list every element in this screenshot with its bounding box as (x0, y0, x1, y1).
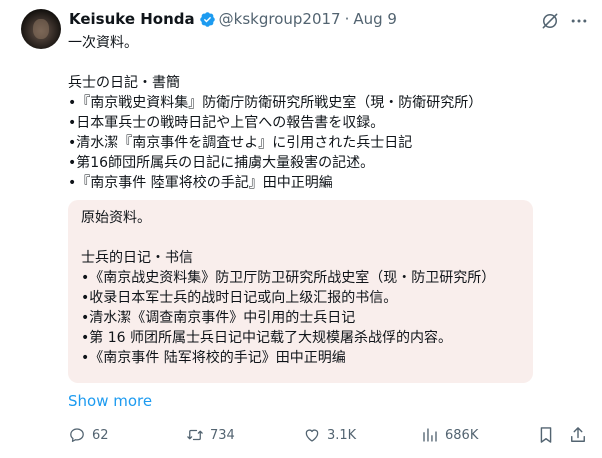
repost-icon (187, 429, 203, 441)
tweet-date[interactable]: Aug 9 (353, 10, 397, 28)
translation-text: 原始资料。 士兵的日记・书信 •《南京战史资料集》防卫厅防卫研究所战史室（现・防… (81, 210, 496, 366)
tweet-actions: 62 734 3.1K 686K (0, 424, 602, 448)
repost-count: 734 (210, 427, 235, 443)
author-name[interactable]: Keisuke Honda (69, 10, 195, 28)
tweet-header: Keisuke Honda @kskgroup2017 · Aug 9 (69, 8, 397, 30)
views-button[interactable]: 686K (421, 424, 478, 446)
views-icon (423, 428, 437, 442)
show-more-link[interactable]: Show more (68, 392, 152, 410)
avatar[interactable] (21, 9, 61, 49)
grok-icon[interactable] (540, 11, 560, 31)
like-count: 3.1K (327, 427, 357, 443)
views-count: 686K (445, 427, 479, 443)
tweet: Keisuke Honda @kskgroup2017 · Aug 9 一次資料… (0, 0, 602, 458)
bookmark-icon[interactable] (536, 425, 556, 445)
tweet-text: 一次資料。 兵士の日記・書簡 •『南京戦史資料集』防衛庁防衛研究所戦史室（現・防… (68, 35, 483, 191)
separator-dot: · (344, 10, 350, 28)
like-button[interactable]: 3.1K (303, 424, 356, 446)
reply-count: 62 (92, 427, 109, 443)
reply-icon (70, 428, 84, 443)
translation-card: 原始资料。 士兵的日记・书信 •《南京战史资料集》防卫厅防卫研究所战史室（现・防… (68, 200, 533, 383)
like-icon (305, 429, 319, 442)
reply-button[interactable]: 62 (68, 424, 109, 446)
share-icon[interactable] (568, 425, 588, 445)
more-icon[interactable] (569, 11, 589, 31)
verified-badge-icon (199, 11, 215, 27)
author-handle[interactable]: @kskgroup2017 (219, 10, 341, 28)
repost-button[interactable]: 734 (186, 424, 235, 446)
